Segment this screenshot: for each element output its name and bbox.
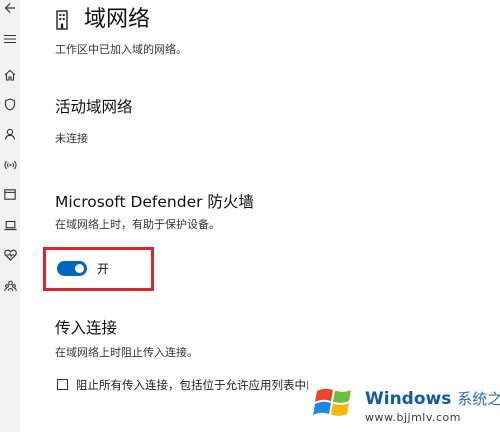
heart-health-icon[interactable] — [2, 247, 18, 263]
block-incoming-label[interactable]: 阻止所有传入连接，包括位于允许应用列表中的 — [76, 377, 308, 393]
firewall-description: 在域网络上时，有助于保护设备。 — [55, 218, 220, 231]
watermark-title-zh: 系统之家 — [457, 390, 500, 408]
shield-icon[interactable] — [2, 96, 18, 112]
site-watermark: Windows 系统之家 www.bjjmlv.com — [305, 375, 500, 432]
navigation-rail — [0, 0, 20, 432]
firewall-settings-page: 域网络 工作区中已加入域的网络。 活动域网络 未连接 Microsoft Def… — [0, 0, 500, 432]
toggle-knob — [75, 264, 84, 273]
watermark-title-en: Windows — [365, 389, 452, 409]
windows-logo-icon — [313, 381, 355, 421]
family-icon[interactable] — [2, 278, 18, 294]
back-icon[interactable] — [2, 0, 18, 16]
building-network-icon — [55, 10, 69, 30]
active-networks-value: 未连接 — [55, 132, 88, 145]
home-icon[interactable] — [2, 67, 18, 83]
wireless-icon[interactable] — [2, 157, 18, 173]
firewall-toggle[interactable] — [57, 261, 87, 276]
watermark-title: Windows 系统之家 — [365, 389, 500, 409]
active-networks-heading: 活动域网络 — [55, 98, 133, 116]
incoming-heading: 传入连接 — [55, 319, 118, 337]
firewall-toggle-label: 开 — [97, 262, 110, 276]
laptop-icon[interactable] — [2, 217, 18, 233]
person-icon[interactable] — [2, 126, 18, 142]
page-description: 工作区中已加入域的网络。 — [55, 43, 187, 56]
menu-icon[interactable] — [2, 31, 18, 47]
block-incoming-checkbox[interactable] — [57, 379, 68, 390]
browser-window-icon[interactable] — [2, 186, 18, 202]
incoming-description: 在域网络上时阻止传入连接。 — [55, 346, 198, 359]
page-title: 域网络 — [84, 7, 151, 32]
watermark-url: www.bjjmlv.com — [365, 411, 461, 424]
firewall-heading: Microsoft Defender 防火墙 — [55, 193, 254, 211]
